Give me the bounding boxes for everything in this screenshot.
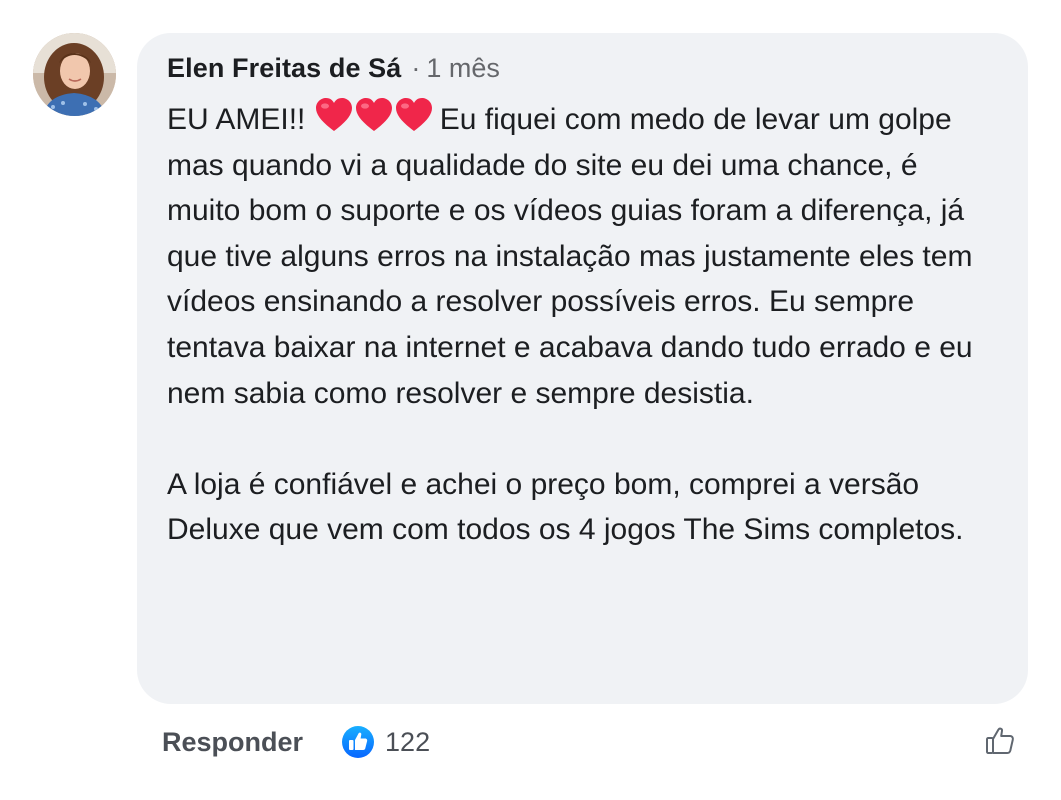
comment-text-rest: Eu fiquei com medo de levar um golpe mas… (167, 103, 973, 410)
avatar-image (33, 33, 116, 116)
heart-emojis (314, 97, 434, 133)
comment-actions: Responder 122 (162, 720, 430, 764)
red-heart-icon (315, 98, 352, 131)
comment-paragraph-2: A loja é confiável e achei o preço bom, … (167, 467, 964, 547)
like-count: 122 (385, 726, 431, 757)
red-heart-icon (355, 98, 392, 131)
comment-bubble: Elen Freitas de Sá · 1 mês EU AMEI!! Eu … (137, 33, 1028, 704)
author-name[interactable]: Elen Freitas de Sá (167, 53, 401, 84)
separator-dot: · (411, 53, 421, 83)
reaction-summary[interactable]: 122 (341, 725, 430, 759)
comment-paragraph: EU AMEI!! Eu fiquei com medo de levar um… (167, 97, 998, 416)
red-heart-icon (395, 98, 432, 131)
like-badge-icon (342, 726, 375, 758)
thumbs-up-outline-icon[interactable] (984, 724, 1018, 758)
comment-text-start: EU AMEI!! (167, 103, 306, 136)
timestamp[interactable]: 1 mês (426, 53, 500, 84)
comment: Elen Freitas de Sá · 1 mês EU AMEI!! Eu … (0, 0, 1061, 800)
avatar[interactable] (33, 33, 116, 116)
reply-button[interactable]: Responder (162, 727, 303, 758)
comment-header: Elen Freitas de Sá · 1 mês (167, 53, 998, 89)
comment-text: EU AMEI!! Eu fiquei com medo de levar um… (167, 97, 998, 553)
